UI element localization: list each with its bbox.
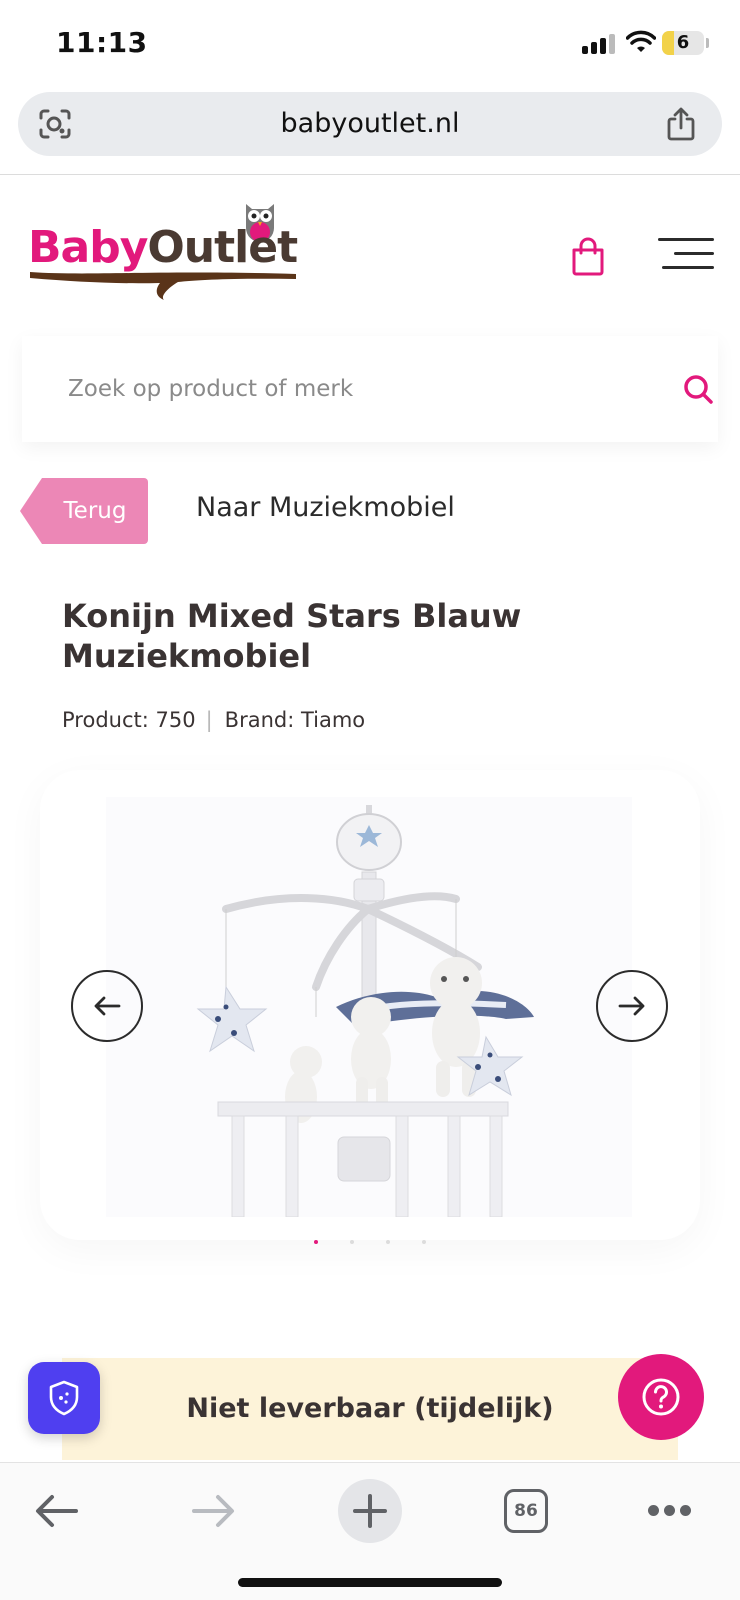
gallery-dot[interactable] [350, 1240, 354, 1244]
arrow-right-icon[interactable] [190, 1491, 236, 1531]
search-input[interactable] [68, 362, 628, 416]
back-button[interactable]: Terug [20, 478, 148, 544]
product-number: Product: 750 [62, 708, 196, 732]
product-brand: Brand: Tiamo [224, 708, 366, 732]
product-image[interactable] [106, 797, 632, 1217]
arrow-left-icon[interactable] [34, 1491, 80, 1531]
tabs-button[interactable]: 86 [504, 1489, 548, 1533]
share-icon[interactable] [664, 106, 698, 142]
tabs-count: 86 [514, 1501, 538, 1521]
help-icon [642, 1378, 680, 1416]
help-button[interactable] [618, 1354, 704, 1440]
product-title: Konijn Mixed Stars Blauw Muziekmobiel [62, 597, 522, 675]
mobile-illustration [196, 805, 534, 1217]
availability-banner: Niet leverbaar (tijdelijk) [62, 1358, 678, 1460]
search-icon[interactable] [682, 373, 714, 405]
back-button-label: Terug [63, 498, 127, 524]
gallery-dots [312, 1240, 432, 1246]
status-time: 11:13 [56, 26, 148, 59]
url-text[interactable]: babyoutlet.nl [18, 92, 722, 156]
plus-icon [353, 1494, 387, 1528]
gallery-dot[interactable] [314, 1240, 318, 1244]
page: 11:13 6 babyoutlet.nl BabyOutlet Zoek op… [0, 0, 740, 1600]
new-tab-button[interactable] [338, 1479, 402, 1543]
url-divider [0, 174, 740, 175]
battery-level: 6 [676, 32, 690, 53]
signal-icon [582, 34, 616, 54]
meta-separator: | [205, 708, 213, 732]
privacy-shield-button[interactable] [28, 1362, 100, 1434]
gallery-prev-button[interactable] [71, 970, 143, 1042]
shield-icon [49, 1380, 79, 1416]
menu-icon[interactable] [658, 238, 714, 274]
bag-icon[interactable] [570, 236, 606, 276]
status-bar: 11:13 6 [0, 0, 740, 88]
gallery-dot[interactable] [386, 1240, 390, 1244]
home-indicator[interactable] [238, 1578, 502, 1587]
wifi-icon [626, 30, 656, 52]
category-link[interactable]: Naar Muziekmobiel [196, 492, 455, 523]
availability-text: Niet leverbaar (tijdelijk) [186, 1393, 554, 1424]
arrow-left-icon [94, 996, 121, 1016]
arrow-right-icon [618, 996, 645, 1016]
site-logo[interactable]: BabyOutlet [28, 200, 298, 310]
gallery-dot[interactable] [422, 1240, 426, 1244]
battery-indicator: 6 [662, 31, 704, 55]
url-bar[interactable]: babyoutlet.nl [18, 92, 722, 156]
battery-tip [706, 38, 709, 48]
more-icon[interactable] [648, 1505, 692, 1517]
product-meta: Product: 750 | Brand: Tiamo [62, 708, 365, 732]
branch-logo-icon [30, 272, 296, 300]
search-box [22, 336, 718, 442]
gallery-next-button[interactable] [596, 970, 668, 1042]
